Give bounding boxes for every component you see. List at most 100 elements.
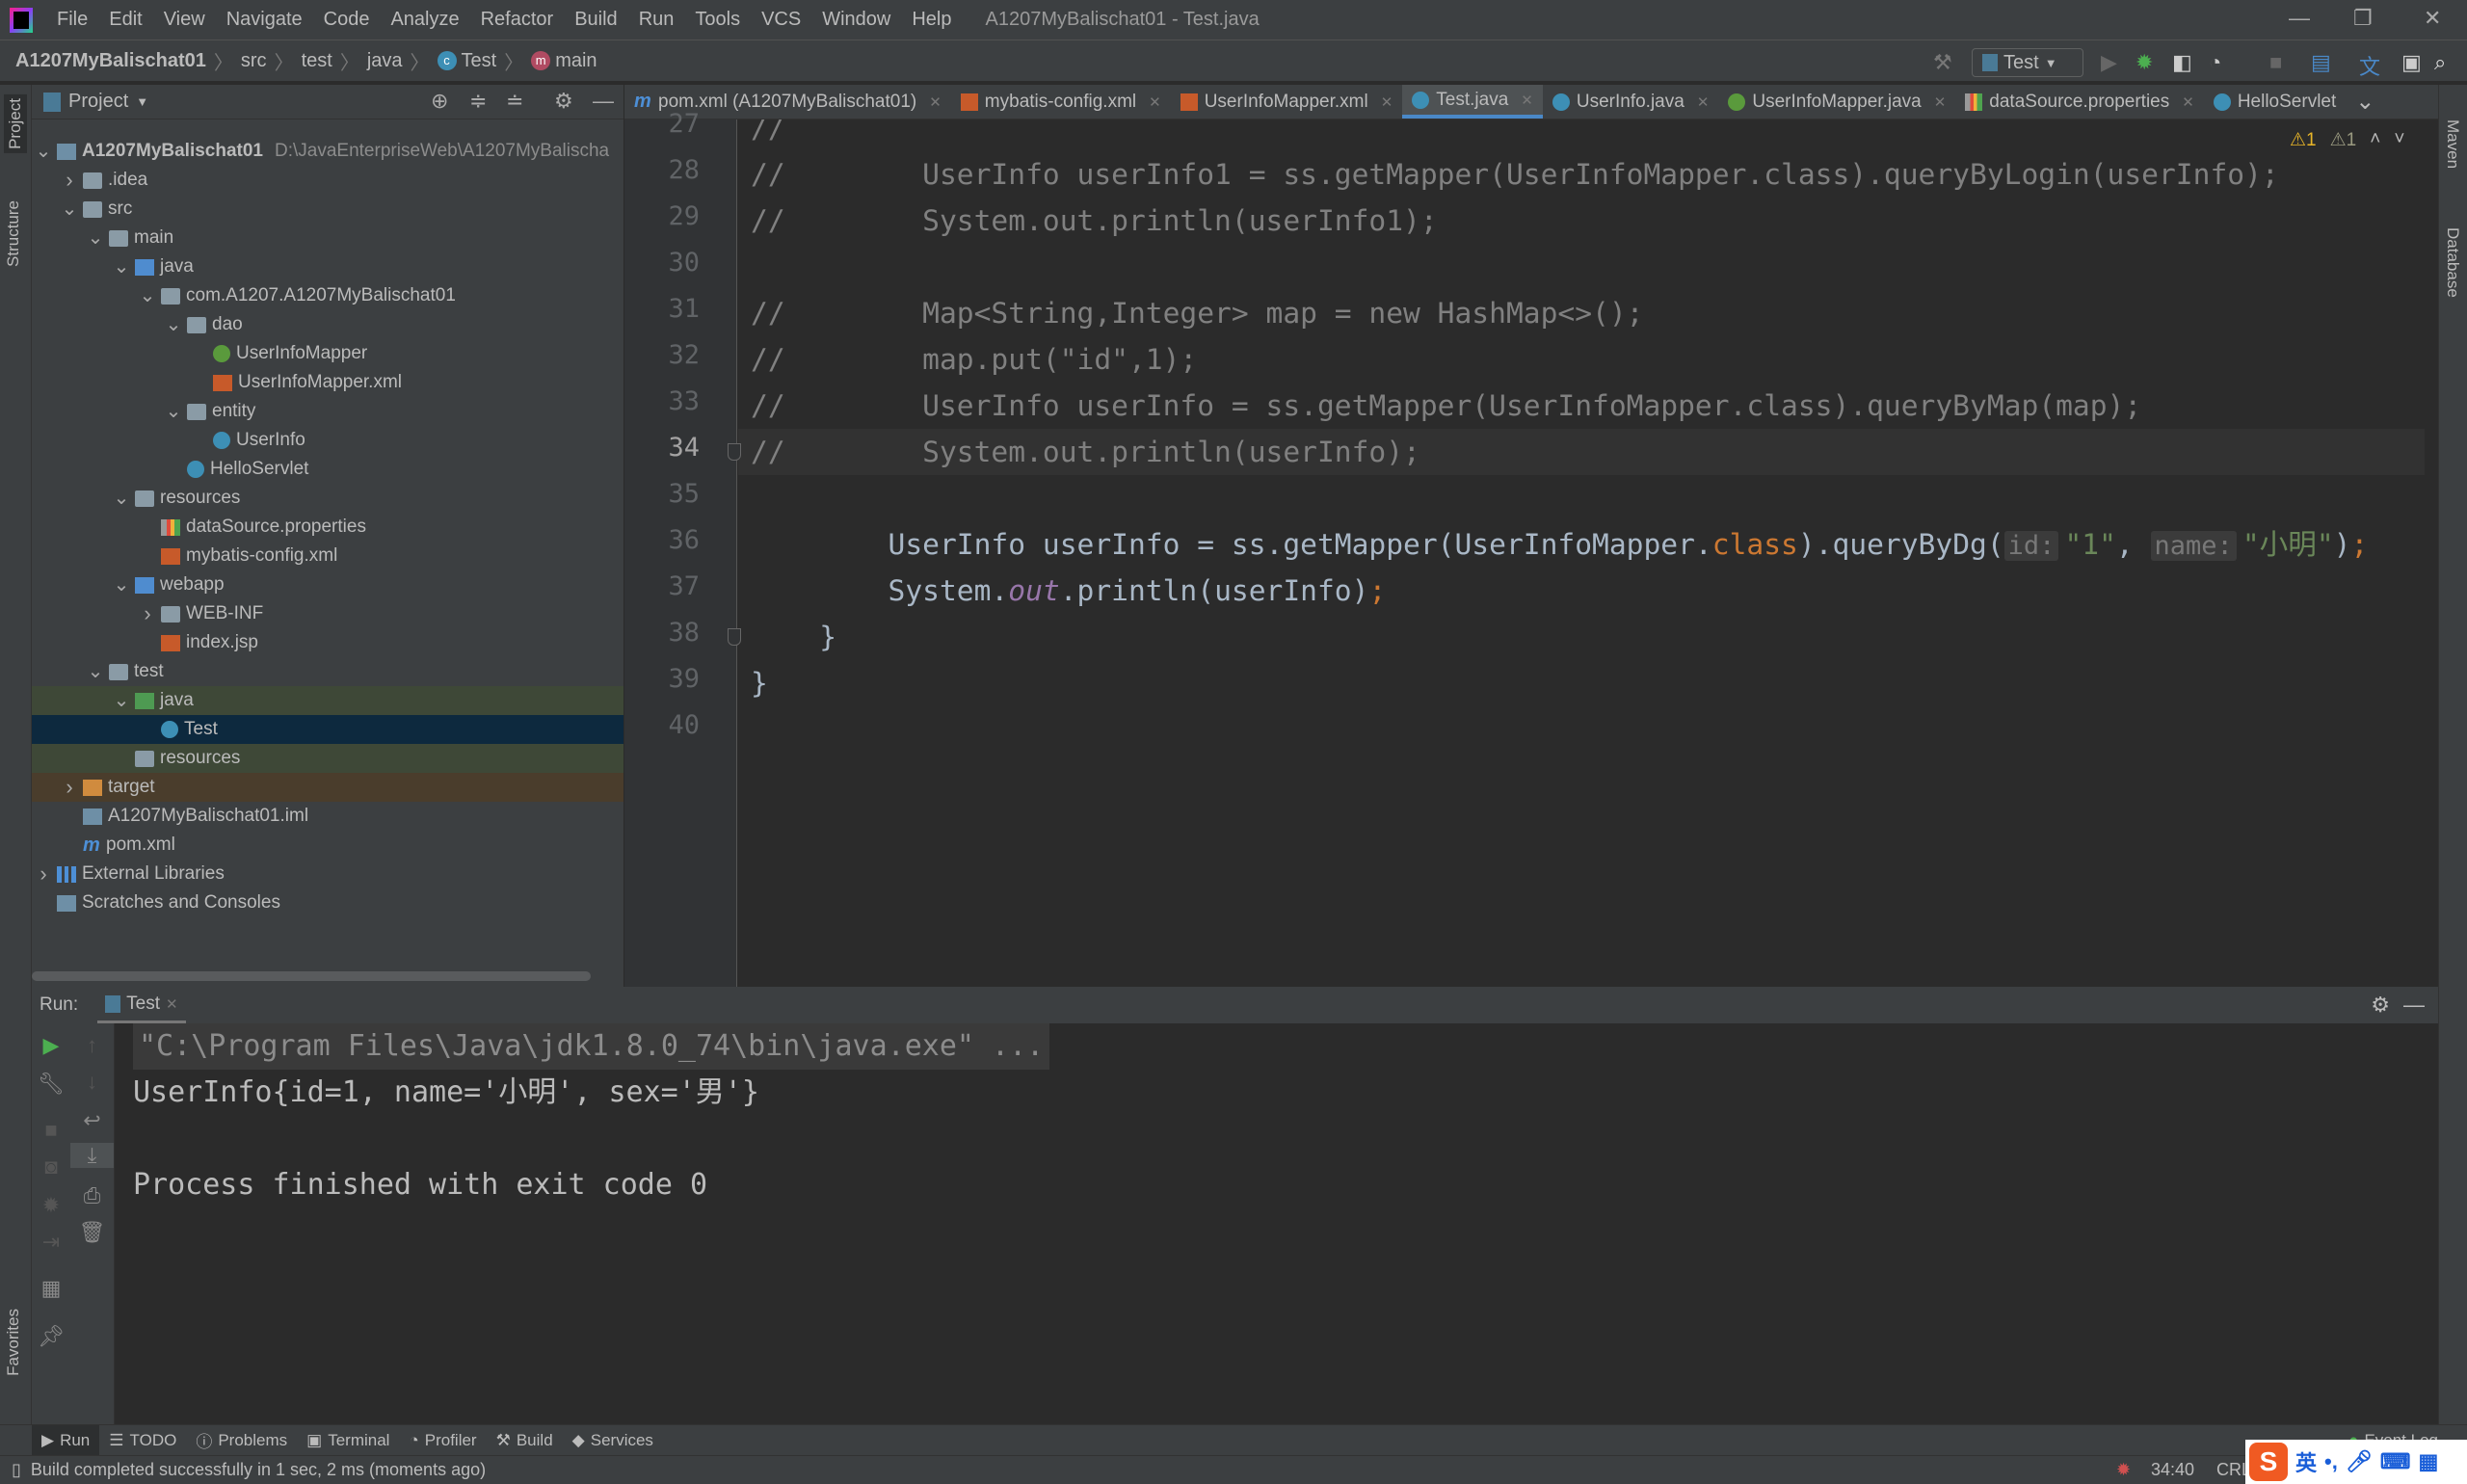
stripe-favorites[interactable]: Favorites: [4, 1309, 23, 1376]
print-icon[interactable]: ⎙: [70, 1183, 114, 1208]
code-editor[interactable]: // // UserInfo userInfo1 = ss.getMapper(U…: [738, 119, 2438, 987]
tool-build[interactable]: ⚒ Build: [487, 1425, 563, 1456]
close-button[interactable]: ✕: [2424, 6, 2441, 31]
tree-item[interactable]: ⌄ test: [32, 657, 623, 686]
console-output[interactable]: "C:\Program Files\Java\jdk1.8.0_74\bin\j…: [133, 1023, 2427, 1208]
tree-item[interactable]: dataSource.properties: [32, 513, 623, 542]
chevron-right-icon[interactable]: ›: [34, 861, 53, 887]
coverage-icon[interactable]: ◧: [2172, 50, 2192, 75]
close-icon[interactable]: ✕: [166, 995, 178, 1013]
translate-icon[interactable]: 文: [2359, 50, 2380, 81]
menu-build[interactable]: Build: [564, 9, 627, 31]
chevron-down-icon[interactable]: ⌄: [164, 315, 183, 334]
chevron-right-icon[interactable]: ›: [60, 775, 79, 800]
stop-icon[interactable]: ■: [32, 1118, 70, 1143]
tree-item[interactable]: Test: [32, 715, 623, 744]
close-icon[interactable]: ✕: [1697, 93, 1710, 111]
code-line[interactable]: [738, 475, 2425, 521]
tree-item[interactable]: › External Libraries: [32, 860, 623, 888]
gear-icon[interactable]: ⚙: [554, 89, 573, 114]
menu-tools[interactable]: Tools: [684, 9, 751, 31]
chevron-down-icon[interactable]: ⌄: [164, 402, 183, 421]
profile-icon[interactable]: ◔: [2209, 50, 2221, 75]
wrench-icon[interactable]: 🔧︎: [32, 1072, 70, 1097]
status-message[interactable]: Build completed successfully in 1 sec, 2…: [31, 1460, 486, 1480]
close-icon[interactable]: ✕: [1149, 93, 1161, 111]
collapse-all-icon[interactable]: ≐: [506, 89, 523, 114]
tab-userinfomapper-xml[interactable]: UserInfoMapper.xml ✕: [1171, 85, 1403, 119]
menu-code[interactable]: Code: [313, 9, 381, 31]
exit-icon[interactable]: ⇥: [32, 1230, 70, 1255]
error-icon[interactable]: ✹: [2116, 1460, 2131, 1480]
tool-run[interactable]: ▶ Run: [32, 1424, 100, 1456]
trash-icon[interactable]: 🗑︎: [70, 1220, 114, 1245]
project-view-select[interactable]: Project: [68, 91, 128, 113]
tree-item[interactable]: ⌄ java: [32, 686, 623, 715]
code-line[interactable]: [738, 244, 2425, 290]
prev-highlight-icon[interactable]: ˄: [2370, 129, 2380, 151]
hide-icon[interactable]: —: [593, 89, 614, 114]
tool-profiler[interactable]: ◔ Profiler: [399, 1425, 486, 1456]
tree-item[interactable]: ⌄ resources: [32, 484, 623, 513]
tree-item[interactable]: resources: [32, 744, 623, 773]
maximize-button[interactable]: ❐: [2353, 6, 2373, 31]
tree-item[interactable]: mybatis-config.xml: [32, 542, 623, 570]
chevron-down-icon[interactable]: ⌄: [112, 489, 131, 508]
debug-icon[interactable]: ✹: [32, 1193, 70, 1218]
tree-item[interactable]: ⌄ com.A1207.A1207MyBalischat01: [32, 281, 623, 310]
stop-icon[interactable]: ■: [2269, 50, 2282, 75]
menu-edit[interactable]: Edit: [98, 9, 152, 31]
tree-item[interactable]: UserInfoMapper: [32, 339, 623, 368]
chevron-down-icon[interactable]: ⌄: [34, 142, 53, 161]
tree-item[interactable]: ⌄ A1207MyBalischat01 D:\JavaEnterpriseWeb\…: [32, 137, 623, 166]
code-line[interactable]: //: [738, 119, 2425, 151]
fold-marker-icon[interactable]: [728, 443, 741, 461]
minimize-button[interactable]: —: [2289, 6, 2310, 31]
tree-item[interactable]: m pom.xml: [32, 831, 623, 860]
tree-item[interactable]: › WEB-INF: [32, 599, 623, 628]
tool-problems[interactable]: ⓘ Problems: [186, 1425, 297, 1456]
stripe-structure[interactable]: Structure: [4, 200, 23, 267]
breadcrumb-test[interactable]: test: [302, 50, 332, 72]
chevron-down-icon[interactable]: ⌄: [60, 199, 79, 219]
close-icon[interactable]: ✕: [929, 93, 942, 111]
stripe-project[interactable]: Project: [4, 94, 27, 153]
tab-helloservlet[interactable]: HelloServlet: [2204, 85, 2346, 119]
tab-userinfo-java[interactable]: UserInfo.java ✕: [1543, 85, 1719, 119]
project-structure-icon[interactable]: ▤: [2311, 50, 2331, 75]
close-icon[interactable]: ✕: [1521, 92, 1533, 109]
project-tree-scrollbar[interactable]: [32, 971, 591, 981]
layout-icon[interactable]: ▦: [32, 1276, 70, 1301]
tab-mybatis-config-xml[interactable]: mybatis-config.xml ✕: [951, 85, 1171, 119]
keyboard-icon[interactable]: ⌨: [2380, 1449, 2411, 1474]
chevron-down-icon[interactable]: ⌄: [112, 691, 131, 710]
locate-icon[interactable]: ⊕: [431, 89, 448, 114]
tree-item[interactable]: ⌄ entity: [32, 397, 623, 426]
code-line[interactable]: // UserInfo userInfo = ss.getMapper(User…: [738, 383, 2425, 429]
chevron-down-icon[interactable]: ⌄: [138, 286, 157, 305]
pin-icon[interactable]: 📌︎: [32, 1324, 70, 1349]
menu-analyze[interactable]: Analyze: [380, 9, 469, 31]
chevron-right-icon[interactable]: ›: [60, 168, 79, 193]
tabs-overflow-chevron-icon[interactable]: ⌄: [2346, 85, 2384, 119]
breadcrumb-project[interactable]: A1207MyBalischat01: [15, 50, 206, 72]
inspection-widget[interactable]: ⚠1 ⚠1 ˄ ˅: [2290, 129, 2404, 151]
grid-icon[interactable]: ▦: [2419, 1449, 2439, 1474]
next-highlight-icon[interactable]: ˅: [2394, 129, 2404, 151]
code-line[interactable]: // map.put("id",1);: [738, 336, 2425, 383]
breadcrumb-main[interactable]: main: [555, 50, 597, 72]
run-config-select[interactable]: Test ▼: [1972, 48, 2083, 77]
tab-datasource-properties[interactable]: dataSource.properties ✕: [1955, 85, 2204, 119]
breadcrumb-test-class[interactable]: Test: [462, 50, 497, 72]
menu-help[interactable]: Help: [901, 9, 962, 31]
status-toggle-icon[interactable]: ▯: [12, 1460, 21, 1480]
menu-refactor[interactable]: Refactor: [470, 9, 565, 31]
menu-vcs[interactable]: VCS: [751, 9, 811, 31]
tree-item[interactable]: ⌄ dao: [32, 310, 623, 339]
tree-item[interactable]: index.jsp: [32, 628, 623, 657]
code-line[interactable]: // System.out.println(userInfo);: [738, 429, 2425, 475]
code-line[interactable]: }: [738, 614, 2425, 660]
tree-item[interactable]: HelloServlet: [32, 455, 623, 484]
tab-test-java[interactable]: Test.java ✕: [1402, 85, 1543, 119]
tree-item[interactable]: UserInfo: [32, 426, 623, 455]
